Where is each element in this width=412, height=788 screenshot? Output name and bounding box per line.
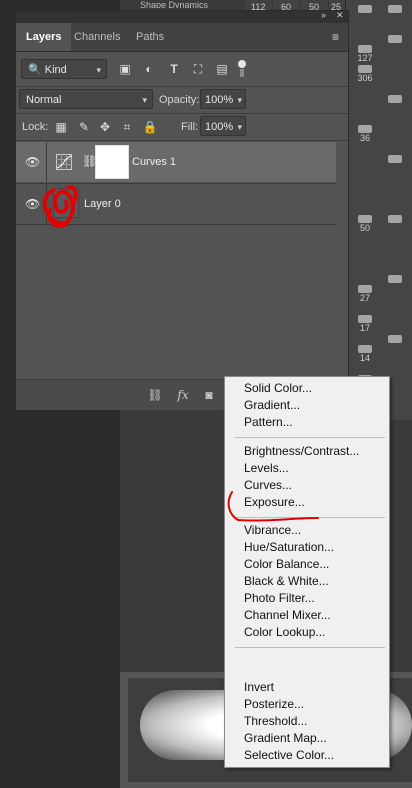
lock-all-icon[interactable]: 🔒 <box>142 119 158 135</box>
close-icon[interactable]: ✕ <box>336 10 344 21</box>
fill-input[interactable]: 100% ▾ <box>200 116 246 136</box>
menu-item-pattern[interactable]: Pattern... <box>244 414 293 431</box>
brush-count: 27 <box>359 293 370 303</box>
opacity-value: 100% <box>205 94 234 106</box>
layer-mask-thumbnail[interactable] <box>95 145 129 179</box>
brush-settings-snippet: Shape Dynamics <box>140 0 209 8</box>
brush-preset[interactable] <box>380 94 410 114</box>
panel-menu-icon[interactable]: ≡ <box>332 30 339 44</box>
lock-position-icon[interactable]: ✥ <box>97 119 113 135</box>
brush-count: 14 <box>359 353 370 363</box>
fill-value: 100% <box>205 121 234 133</box>
tab-paths[interactable]: Paths <box>126 23 174 51</box>
blend-row: Normal ▾ Opacity: 100% ▾ <box>16 87 348 114</box>
menu-item-color-lookup[interactable]: Color Lookup... <box>244 624 325 641</box>
fx-icon[interactable]: fx <box>174 387 192 403</box>
blend-mode-select[interactable]: Normal ▾ <box>19 89 153 109</box>
menu-item-selective-color[interactable]: Selective Color... <box>244 747 334 764</box>
lock-image-icon[interactable]: ✎ <box>76 119 92 135</box>
menu-item-gradient[interactable]: Gradient... <box>244 397 300 414</box>
menu-item-posterize[interactable]: Posterize... <box>244 696 304 713</box>
menu-item-color-balance[interactable]: Color Balance... <box>244 556 329 573</box>
menu-item-gradient-map[interactable]: Gradient Map... <box>244 730 327 747</box>
chevron-down-icon: ▾ <box>237 95 242 105</box>
pixel-filter-icon[interactable]: ▣ <box>117 61 133 77</box>
brush-preset[interactable]: 306 <box>350 64 380 84</box>
menu-separator <box>235 437 385 438</box>
filter-kind-select[interactable]: 🔍 Kind ▾ <box>21 59 107 79</box>
search-icon: 🔍 <box>28 64 42 76</box>
fill-label: Fill: <box>181 121 199 133</box>
lock-transparent-icon[interactable]: ▦ <box>53 119 69 135</box>
brush-count: 127 <box>357 53 373 63</box>
brush-preset[interactable]: 27 <box>350 284 380 304</box>
curves-adjustment-icon <box>56 154 72 170</box>
layer-name[interactable]: Layer 0 <box>84 198 121 210</box>
chevron-down-icon: ▾ <box>237 122 242 132</box>
brush-presets-panel[interactable]: 127 306 36 50 27 17 14 70 <box>345 0 412 420</box>
layer-row-curves[interactable]: 👁 ⛓ Curves 1 <box>16 142 336 182</box>
lock-artboard-icon[interactable]: ⌗ <box>119 119 135 135</box>
lock-label: Lock: <box>22 121 49 133</box>
brush-count: 50 <box>359 223 370 233</box>
menu-separator <box>235 647 385 648</box>
brush-preset[interactable] <box>380 4 410 24</box>
menu-item-channel-mixer[interactable]: Channel Mixer... <box>244 607 331 624</box>
menu-item-invert[interactable]: Invert <box>244 679 274 696</box>
opacity-input[interactable]: 100% ▾ <box>200 89 246 109</box>
menu-item-threshold[interactable]: Threshold... <box>244 713 307 730</box>
visibility-eye-icon[interactable]: 👁 <box>25 197 40 211</box>
shape-filter-icon[interactable]: ⛶ <box>190 61 206 77</box>
brush-preset[interactable]: 36 <box>350 124 380 144</box>
panel-tabs: Layers Channels Paths ≡ <box>16 23 348 52</box>
brush-preset[interactable] <box>380 154 410 174</box>
menu-item-hue-saturation[interactable]: Hue/Saturation... <box>244 539 334 556</box>
brush-count: 36 <box>359 133 370 143</box>
filter-kind-label: Kind <box>44 64 67 76</box>
add-mask-icon[interactable]: ◙ <box>200 387 218 403</box>
brush-preset[interactable]: 14 <box>350 344 380 364</box>
type-filter-icon[interactable]: T <box>166 61 182 77</box>
brush-preset[interactable]: 127 <box>350 44 380 64</box>
adjustment-filter-icon[interactable]: ◐ <box>141 61 157 77</box>
brush-preset[interactable] <box>350 4 380 24</box>
menu-item-solid-color[interactable]: Solid Color... <box>244 380 312 397</box>
smart-object-filter-icon[interactable]: ▤ <box>214 61 230 77</box>
chevron-down-icon: ▾ <box>142 95 147 105</box>
brush-preset[interactable]: 17 <box>350 314 380 334</box>
visibility-eye-icon[interactable]: 👁 <box>25 155 40 169</box>
opacity-label: Opacity: <box>159 94 200 106</box>
brush-preset[interactable] <box>380 334 410 354</box>
menu-item-black-white[interactable]: Black & White... <box>244 573 329 590</box>
adjustment-layer-menu: Solid Color... Gradient... Pattern... Br… <box>224 376 390 768</box>
brush-preset[interactable]: 50 <box>350 214 380 234</box>
lock-row: Lock: ▦ ✎ ✥ ⌗ 🔒 Fill: 100% ▾ <box>16 114 348 141</box>
layer-name[interactable]: Curves 1 <box>132 156 176 168</box>
menu-item-levels[interactable]: Levels... <box>244 460 289 477</box>
link-layers-icon[interactable]: ⛓ <box>146 387 164 403</box>
filter-row: 🔍 Kind ▾ ▣ ◐ T ⛶ ▤ <box>16 52 348 87</box>
tab-channels[interactable]: Channels <box>64 23 130 51</box>
brush-count: 17 <box>359 323 370 333</box>
filter-toggle-icon[interactable] <box>238 60 246 78</box>
menu-item-photo-filter[interactable]: Photo Filter... <box>244 590 315 607</box>
brush-preset[interactable] <box>380 214 410 234</box>
brush-preset[interactable] <box>380 34 410 54</box>
collapse-icon[interactable]: » <box>321 10 326 20</box>
blend-mode-value: Normal <box>26 94 62 106</box>
chevron-down-icon: ▾ <box>96 65 101 75</box>
red-curves-annotation <box>227 491 319 522</box>
menu-item-brightness-contrast[interactable]: Brightness/Contrast... <box>244 443 359 460</box>
divider <box>46 142 47 182</box>
red-scribble-annotation <box>42 185 78 228</box>
panel-title-bar: » ✕ <box>16 10 348 23</box>
brush-preset[interactable] <box>380 274 410 294</box>
brush-count: 306 <box>357 73 373 83</box>
